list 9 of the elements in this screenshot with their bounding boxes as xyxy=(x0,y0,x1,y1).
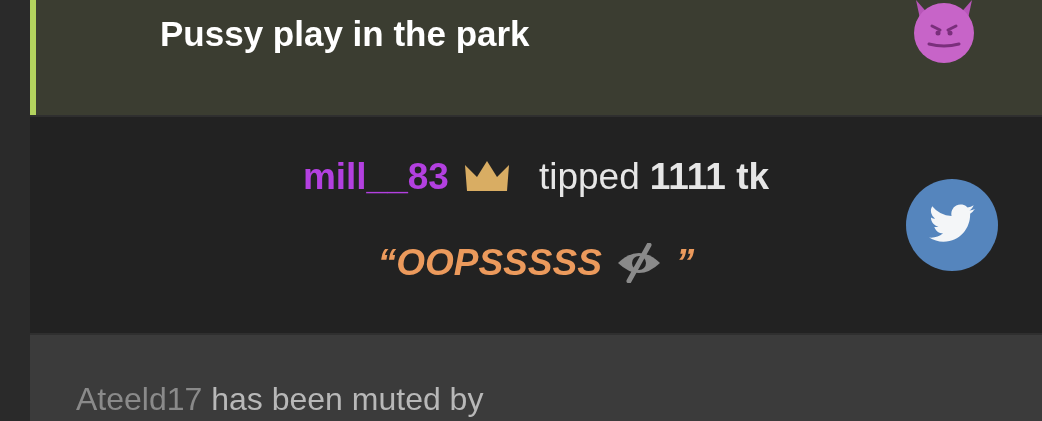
tip-note: “OOPSSSSS xyxy=(377,242,602,284)
devil-face-icon xyxy=(912,0,976,64)
mute-notice: Ateeld17 has been muted by xyxy=(76,381,484,417)
closing-quote: ” xyxy=(675,242,695,284)
tipper-username[interactable]: mill__83 xyxy=(302,156,449,198)
tip-amount: 1111 tk xyxy=(649,156,770,198)
tip-verb: tipped xyxy=(538,156,640,198)
crown-icon xyxy=(462,161,511,193)
topic-title: Pussy play in the park xyxy=(160,14,530,54)
